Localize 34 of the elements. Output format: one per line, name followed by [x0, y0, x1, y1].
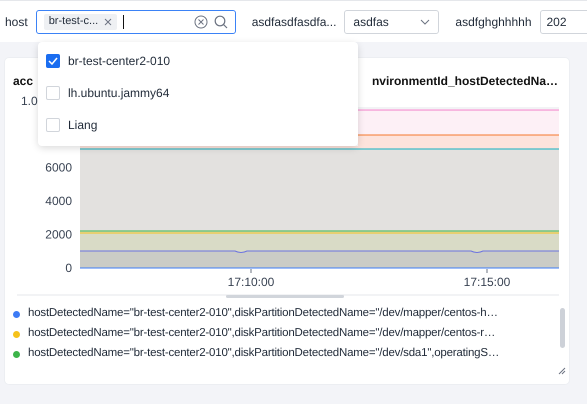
legend-item[interactable]: hostDetectedName="br-test-center2-010",diskPartitionDetectedName="/dev/sda1",operatingS… [28, 345, 500, 363]
legend-item[interactable]: hostDetectedName="br-test-center2-010",diskPartitionDetectedName="/dev/mapper/centos-h… [28, 306, 498, 323]
check-icon [48, 57, 58, 65]
zoom-slider-handle[interactable] [226, 295, 344, 298]
filter-label: asdfasdfasdfa... [252, 14, 336, 30]
filter-label: asdfghghhhhh [455, 14, 532, 30]
selected-tag: br-test-c... [44, 14, 118, 30]
clear-icon[interactable] [194, 14, 208, 28]
dropdown-option[interactable]: Liang [38, 109, 358, 141]
scrollbar-thumb[interactable] [560, 308, 564, 348]
y-axis-label: 4000 [45, 194, 72, 208]
y-axis-label: 1.0 [21, 94, 38, 108]
checkbox[interactable] [46, 86, 60, 100]
chart-title: nvironmentId_hostDetectedNa… [372, 73, 559, 90]
filter-label: host [5, 14, 28, 30]
text-cursor [123, 14, 124, 28]
search-icon[interactable] [214, 14, 228, 28]
input-field[interactable]: 202 [540, 10, 587, 34]
chevron-down-icon [420, 18, 430, 24]
resize-handle-icon[interactable] [558, 367, 566, 375]
select-field[interactable]: asdfas [344, 10, 440, 34]
x-axis-label: 17:15:00 [464, 275, 510, 289]
y-axis-label: 6000 [45, 160, 72, 174]
y-axis-label: 0 [65, 261, 72, 275]
dropdown-option[interactable]: lh.ubuntu.jammy64 [38, 77, 358, 109]
checkbox[interactable] [46, 118, 60, 132]
host-select-field[interactable]: br-test-c... [36, 10, 236, 34]
legend-item[interactable]: hostDetectedName="br-test-center2-010",diskPartitionDetectedName="/dev/mapper/centos-r… [28, 325, 496, 343]
x-axis-label: 17:10:00 [228, 275, 274, 289]
checkbox[interactable] [46, 54, 60, 68]
remove-tag-icon[interactable] [104, 18, 112, 26]
dropdown-option[interactable]: br-test-center2-010 [38, 45, 358, 77]
y-axis-label: 2000 [45, 228, 72, 242]
chart-title: acc [13, 73, 34, 90]
